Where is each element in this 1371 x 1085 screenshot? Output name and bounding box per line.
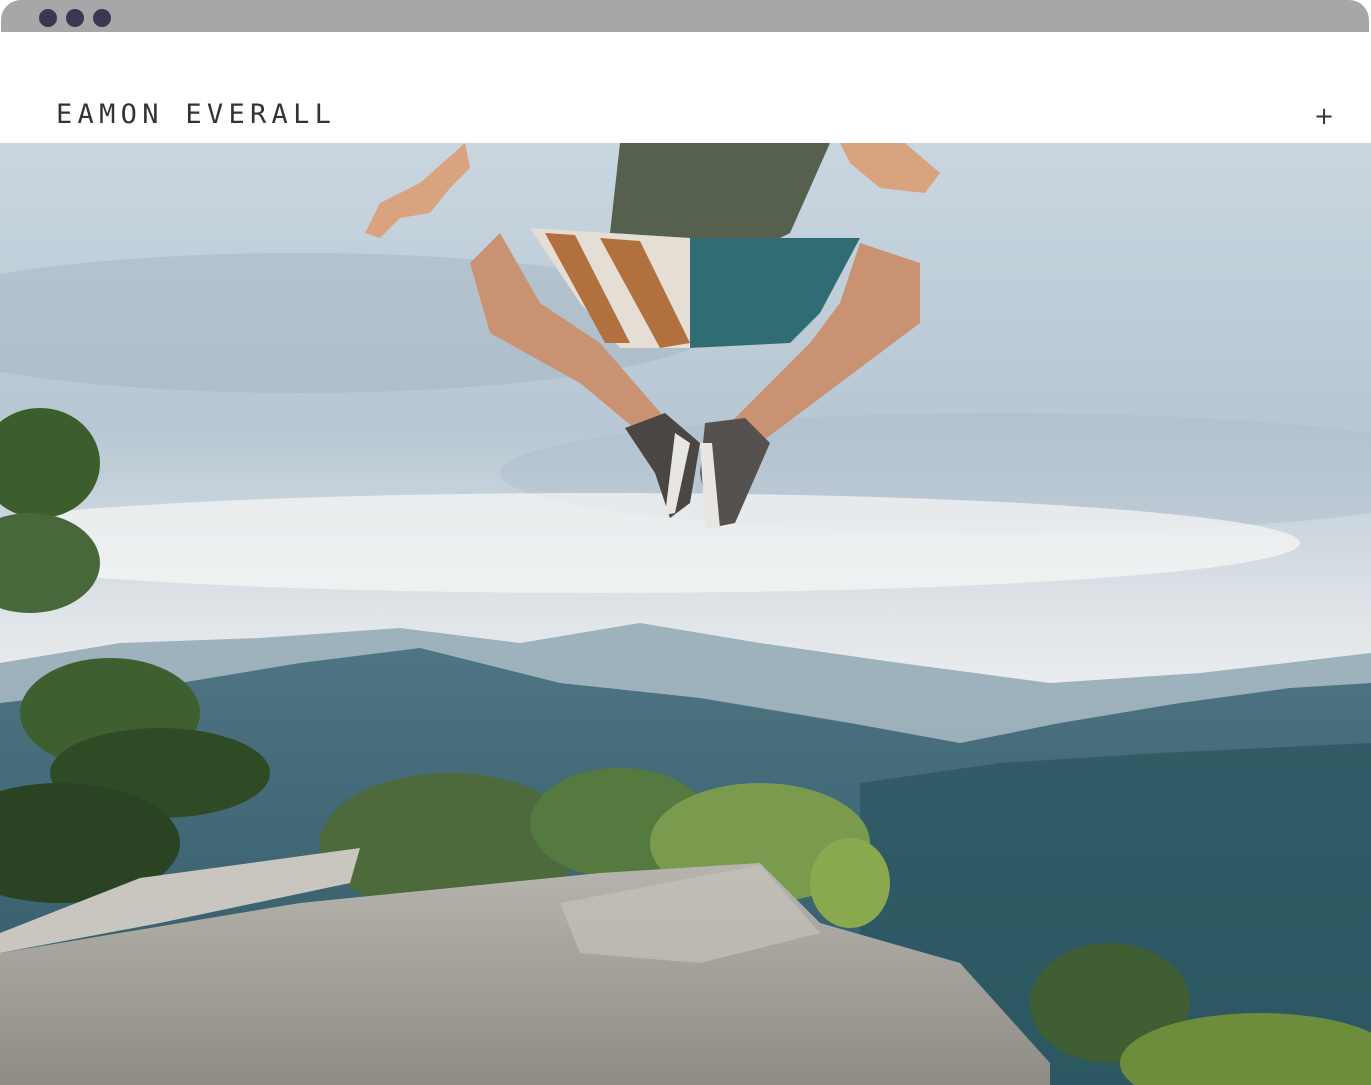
- zoom-dot[interactable]: [93, 9, 111, 27]
- hero-illustration: [0, 143, 1371, 1085]
- browser-window: EAMON EVERALL +: [0, 0, 1371, 1085]
- hero-photo: [0, 143, 1371, 1085]
- minimize-dot[interactable]: [66, 9, 84, 27]
- menu-plus-icon[interactable]: +: [1310, 102, 1338, 130]
- close-dot[interactable]: [39, 9, 57, 27]
- window-titlebar: [1, 0, 1369, 32]
- site-header: EAMON EVERALL +: [0, 32, 1371, 143]
- site-logo[interactable]: EAMON EVERALL: [56, 98, 336, 132]
